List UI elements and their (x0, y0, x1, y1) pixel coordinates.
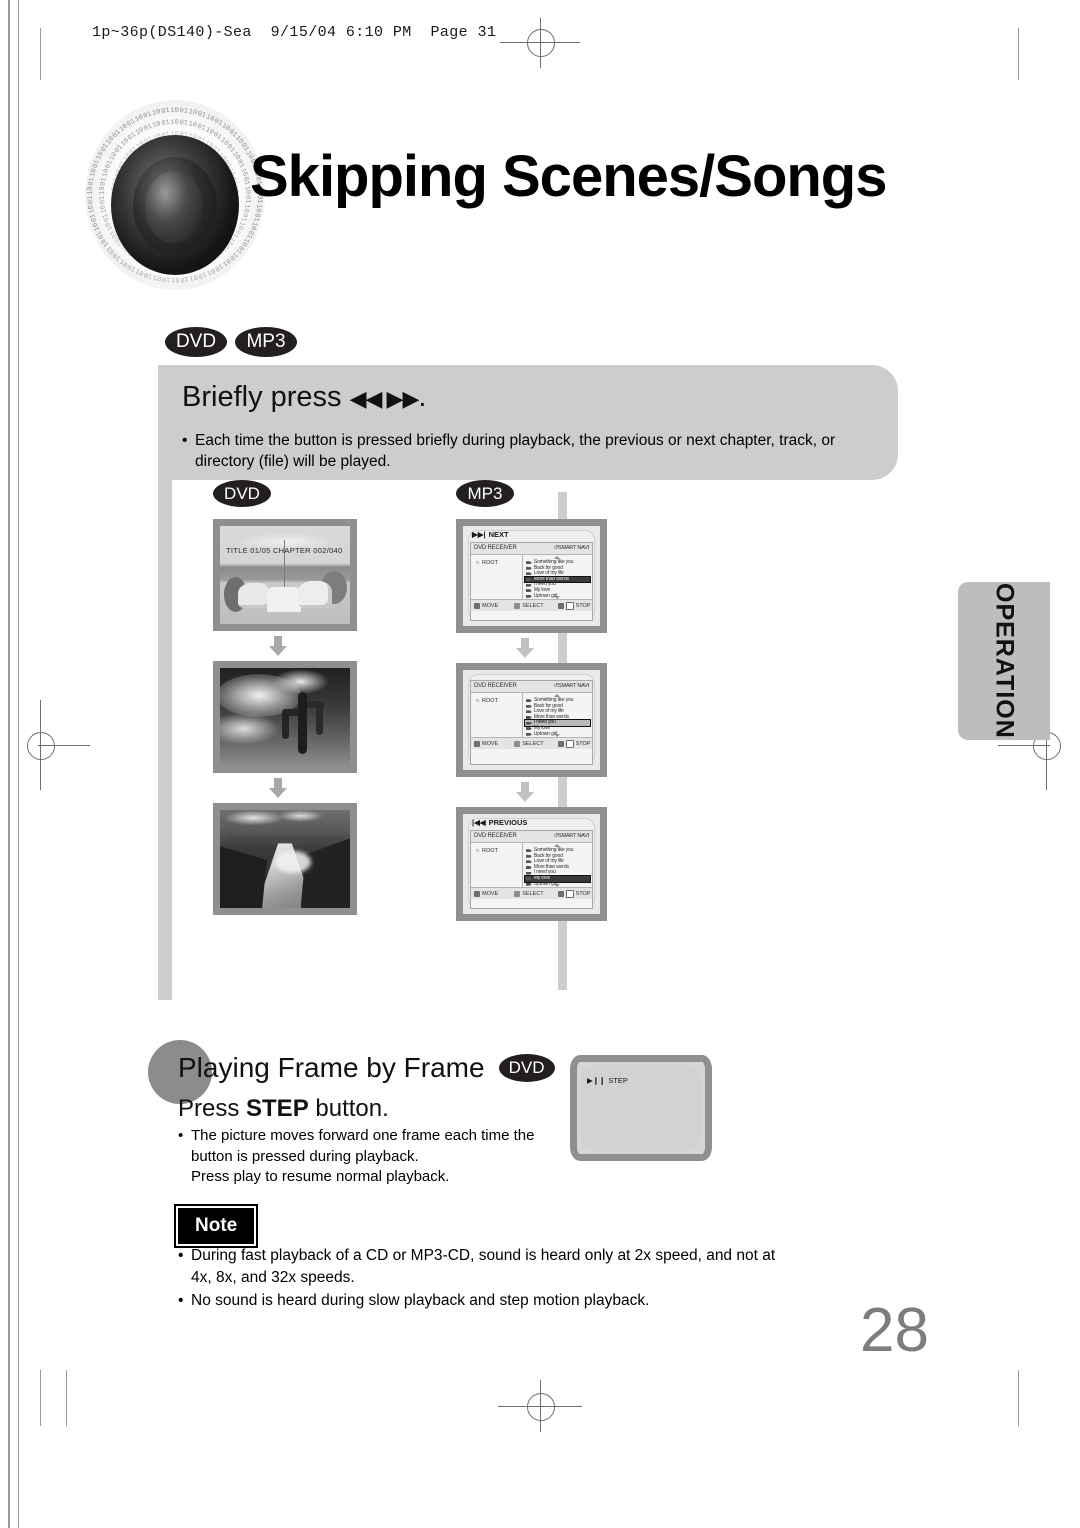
mp3-screen-3-nav-title-right: ↺SMART NAVI (553, 832, 590, 839)
mp3-screen-1-header: ▶▶| NEXT (472, 530, 509, 539)
frame-by-frame-subheading: Press STEP button. (178, 1095, 389, 1123)
instruction-heading: Briefly press ◀◀ ▶▶. (182, 381, 426, 414)
note-item: • During fast playback of a CD or MP3-CD… (178, 1245, 778, 1288)
mp3-screen-3-header: |◀◀ PREVIOUS (472, 818, 527, 827)
mp3-screen-3-header-label: PREVIOUS (488, 818, 528, 827)
frame-by-frame-bullet-line3: Press play to resume normal playback. (191, 1168, 450, 1186)
media-chip-dvd: DVD (165, 327, 227, 357)
step-button-name: STEP (246, 1095, 309, 1122)
mp3-screen-1: ▶▶| NEXT DVD RECEIVER ↺SMART NAVI ☼ ROOT … (456, 519, 607, 633)
note-item: • No sound is heard during slow playback… (178, 1290, 778, 1312)
mp3-screen-3: |◀◀ PREVIOUS DVD RECEIVER ↺SMART NAVI ☼ R… (456, 807, 607, 921)
instruction-heading-prefix: Briefly press (182, 381, 342, 413)
frame-by-frame-bullet-line2: button is pressed during playback. (191, 1147, 419, 1165)
crop-rule-top-left (40, 28, 41, 80)
mp3-screen-1-song-list: Something like you Back for good Love of… (523, 555, 592, 599)
mp3-screen-3-folder: ☼ ROOT (475, 848, 498, 854)
instruction-bullet-text: Each time the button is pressed briefly … (195, 432, 836, 470)
crop-rule-bottom-left (40, 1370, 41, 1426)
crop-rule-bottom-right (1018, 1370, 1019, 1426)
dvd-column-chip: DVD (213, 480, 271, 507)
frame-by-frame-chip-dvd: DVD (498, 1054, 555, 1082)
bullet-dot-icon: • (178, 1292, 184, 1310)
print-header-text: 1p~36p(DS140)-Sea 9/15/04 6:10 PM Page 3… (92, 24, 497, 41)
frame-by-frame-title-row: Playing Frame by Frame DVD (178, 1052, 555, 1084)
page-title: Skipping Scenes/Songs (250, 144, 887, 209)
mp3-screen-2: DVD RECEIVER ↺SMART NAVI ☼ ROOT Something… (456, 663, 607, 777)
crop-rule-top-right (1018, 28, 1019, 80)
dvd-screen-1: TITLE 01/05 CHAPTER 002/040 (213, 519, 357, 631)
mp3-screen-3-nav: DVD RECEIVER ↺SMART NAVI ☼ ROOT Something… (470, 830, 593, 909)
registration-mark-bottom (498, 1378, 582, 1434)
dvd-screen-3-osd: TITLE 01/05 CHAPTER 004/040 (228, 834, 345, 843)
media-chip-row: DVD MP3 (165, 327, 297, 357)
mp3-screen-3-nav-title-left: DVD RECEIVER (474, 832, 517, 839)
dvd-scene-patio-umbrella (220, 526, 350, 624)
dvd-column: DVD TITLE 01/05 CHAPTER 002/040 TITLE 01… (213, 480, 357, 915)
mp3-screen-1-nav-title-left: DVD RECEIVER (474, 544, 517, 551)
skip-buttons-glyph-icon: ◀◀ ▶▶ (349, 386, 420, 411)
note-badge: Note (178, 1208, 255, 1244)
page-title-block: 01 10 01 10 01 10 01 10 01 10 01 10 01 10 01 10 01 10 01 10… (75, 95, 945, 295)
button-word: button. (308, 1095, 389, 1122)
bullet-dot-icon: • (178, 1247, 184, 1264)
mp3-screen-2-nav-title-left: DVD RECEIVER (474, 682, 517, 689)
mp3-screen-2-buttons: MOVE SELECT STOP (471, 737, 592, 749)
flow-arrow-down-2 (213, 773, 343, 803)
mp3-screen-3-song-list: Something like you Back for good Love of… (523, 843, 592, 887)
mp3-column-chip: MP3 (456, 480, 514, 507)
folder-icon: ☼ (475, 698, 481, 704)
frame-by-frame-bullet: • The picture moves forward one frame ea… (178, 1126, 578, 1188)
note-item-text: During fast playback of a CD or MP3-CD, … (191, 1247, 776, 1286)
instruction-panel: Briefly press ◀◀ ▶▶. • Each time the but… (158, 365, 898, 480)
folder-icon: ☼ (475, 848, 481, 854)
skip-back-icon: |◀◀ (472, 818, 486, 827)
dvd-scene-river-canyon (220, 810, 350, 908)
page-number: 28 (860, 1296, 929, 1365)
instruction-heading-suffix: . (418, 381, 427, 413)
dvd-screen-2 (213, 661, 357, 773)
dvd-scene-cactus-sky (220, 668, 350, 766)
flow-arrow-down-4 (456, 777, 593, 807)
note-item-text: No sound is heard during slow playback a… (191, 1292, 650, 1310)
frame-by-frame-bullet-line1: The picture moves forward one frame each… (191, 1127, 535, 1144)
bullet-dot-icon: • (178, 1127, 184, 1144)
registration-mark-top (500, 18, 580, 68)
media-chip-mp3: MP3 (235, 327, 297, 357)
flow-arrow-down-1 (213, 631, 343, 661)
folder-icon: ☼ (475, 560, 481, 566)
mp3-screen-1-folder: ☼ ROOT (475, 560, 498, 566)
mp3-screen-1-buttons: MOVE SELECT STOP (471, 599, 592, 611)
instruction-bullet: • Each time the button is pressed briefl… (182, 431, 872, 473)
section-tab-operation: OPERATION (958, 582, 1050, 740)
bullet-dot-icon: • (182, 432, 188, 449)
crop-rule-left-mid (66, 1370, 67, 1426)
mp3-screen-2-nav: DVD RECEIVER ↺SMART NAVI ☼ ROOT Something… (470, 680, 593, 765)
mp3-column: MP3 ▶▶| NEXT DVD RECEIVER ↺SMART NAVI ☼ R… (456, 480, 607, 921)
step-screen: ▶❙❙ STEP (570, 1055, 712, 1161)
mp3-screen-3-buttons: MOVE SELECT STOP (471, 887, 592, 899)
skip-forward-icon: ▶▶| (472, 530, 486, 539)
step-screen-osd: ▶❙❙ STEP (587, 1076, 628, 1085)
note-list: • During fast playback of a CD or MP3-CD… (178, 1245, 778, 1314)
mp3-screen-1-nav: DVD RECEIVER ↺SMART NAVI ☼ ROOT Something… (470, 542, 593, 621)
flow-arrow-down-3 (456, 633, 593, 663)
mp3-screen-2-folder: ☼ ROOT (475, 698, 498, 704)
diagram-area: DVD TITLE 01/05 CHAPTER 002/040 TITLE 01… (158, 480, 898, 1000)
speaker-disc-icon: 01 10 01 10 01 10 01 10 01 10 01 10 01 10 01 10 01 10 01 10… (75, 95, 275, 295)
section-tab-label: OPERATION (990, 583, 1019, 739)
step-screen-label: STEP (608, 1076, 628, 1085)
dvd-screen-3: TITLE 01/05 CHAPTER 004/040 (213, 803, 357, 915)
mp3-screen-1-nav-title-right: ↺SMART NAVI (553, 544, 590, 551)
press-word: Press (178, 1095, 247, 1122)
diagram-left-bar (158, 480, 172, 1000)
play-pause-icon: ▶❙❙ (587, 1076, 606, 1085)
frame-by-frame-heading: Playing Frame by Frame (178, 1052, 485, 1083)
registration-mark-left (10, 700, 90, 790)
mp3-screen-2-nav-title-right: ↺SMART NAVI (553, 682, 590, 689)
mp3-screen-1-header-label: NEXT (488, 530, 509, 539)
mp3-screen-2-song-list: Something like you Back for good Love of… (523, 693, 592, 737)
dvd-screen-1-osd: TITLE 01/05 CHAPTER 002/040 (226, 546, 343, 555)
